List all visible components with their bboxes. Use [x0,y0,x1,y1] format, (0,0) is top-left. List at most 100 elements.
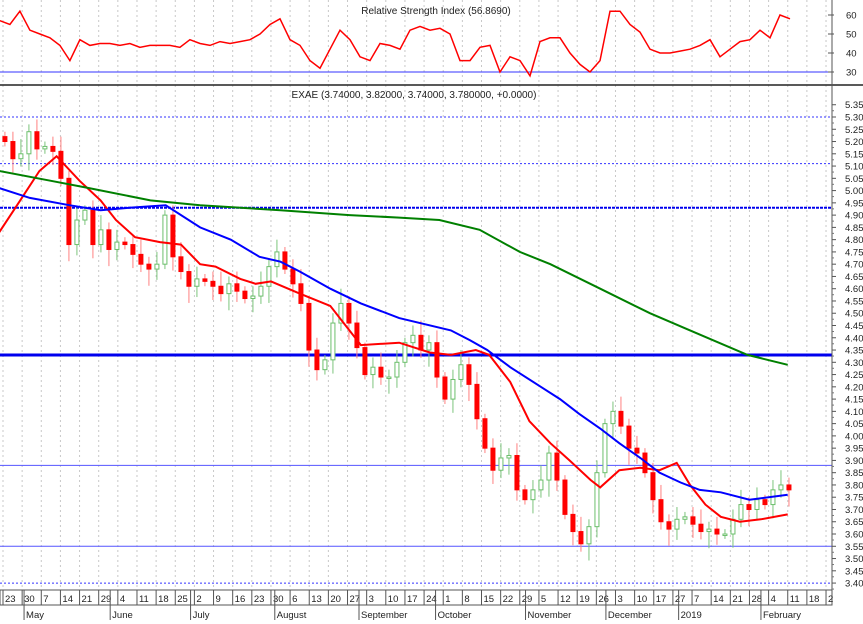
price-tick-label: 4.10 [845,407,863,418]
month-label: May [26,610,44,621]
candle-down [650,472,656,501]
candle-down [554,452,560,481]
candle-up [274,251,280,268]
candle-down [490,447,496,471]
rsi-tick-label: 40 [846,49,857,60]
week-label: 13 [311,594,322,605]
price-tick-label: 3.95 [845,444,863,455]
price-tick-label: 4.90 [845,211,863,222]
candle-up [682,516,688,520]
candle-down [234,283,240,292]
candle-up [778,484,784,491]
candle-down [482,418,488,449]
candle-up [114,241,120,250]
candle-up [450,378,456,400]
week-label: 25 [177,594,188,605]
price-tick-label: 4.20 [845,382,863,393]
candle-down [562,479,568,515]
price-tick-label: 4.40 [845,333,863,344]
price-tick-label: 3.80 [845,480,863,491]
candle-down [578,531,584,545]
candle-up [538,479,544,491]
price-tick-label: 4.55 [845,296,863,307]
week-label: 22 [503,594,514,605]
week-label: 23 [254,594,265,605]
week-label: 9 [216,594,221,605]
price-tick-label: 5.35 [845,100,863,111]
candle-up [18,153,24,160]
week-label: 30 [24,594,35,605]
candle-down [50,145,56,152]
candle-up [82,209,88,221]
candle-down [170,214,176,258]
price-tick-label: 5.30 [845,113,863,124]
month-label: November [528,610,572,621]
week-label: 10 [388,594,399,605]
candle-down [218,285,224,295]
candle-down [178,256,184,273]
candle-down [2,136,8,143]
price-tick-label: 4.50 [845,309,863,320]
candle-up [426,342,432,351]
candle-up [706,528,712,533]
candle-down [690,516,696,525]
candle-up [498,457,504,471]
candle-down [210,280,216,287]
week-label: 4 [120,594,125,605]
week-label: 12 [560,594,571,605]
price-tick-label: 3.55 [845,542,863,553]
price-tick-label: 4.75 [845,247,863,258]
month-label: December [608,610,652,621]
price-tick-label: 3.60 [845,530,863,541]
rsi-panel [0,9,832,78]
price-tick-label: 5.00 [845,186,863,197]
week-label: 27 [675,594,686,605]
week-label: 14 [62,594,73,605]
week-label: 8 [464,594,469,605]
date-axis[interactable]: 23 30 7 14 21 29 4 11 18 25 2 9 16 23 30 6 13 20 27 3 10 17 24… [0,589,833,621]
month-label: July [193,610,210,621]
month-label: June [112,610,133,621]
price-tick-label: 3.70 [845,505,863,516]
month-label: September [361,610,407,621]
candle-down [10,141,16,160]
candle-down [626,425,632,449]
price-tick-label: 4.80 [845,235,863,246]
week-label: 2 [196,594,201,605]
price-tick-label: 3.45 [845,566,863,577]
candle-up [594,472,600,528]
candle-up [370,366,376,376]
week-label: 3 [369,594,374,605]
week-label: 21 [732,594,743,605]
rsi-title: Relative Strength Index (56.8690) [361,6,511,17]
price-tick-label: 4.45 [845,321,863,332]
candle-up [258,285,264,297]
stock-chart: 5.35 5.30 5.25 5.20 5.15 5.10 5.05 5.00 4.95 4.90… [0,0,863,624]
week-label: 10 [637,594,648,605]
candle-down [786,484,792,491]
candle-down [362,347,368,376]
candle-up [42,145,48,150]
candle-down [746,504,752,510]
candle-down [346,302,352,324]
candle-up [530,489,536,501]
rsi-tick-label: 60 [846,11,857,22]
candle-down [354,322,360,349]
week-label: 26 [598,594,609,605]
candle-down [146,263,152,270]
candle-up [410,334,416,344]
candle-down [698,523,704,533]
candle-up [546,452,552,481]
horizontal-lines [0,116,832,584]
price-title: EXAE (3.74000, 3.82000, 3.74000, 3.78000… [292,90,537,101]
candle-down [634,447,640,454]
week-label: 2 [828,594,833,605]
price-tick-label: 4.25 [845,370,863,381]
candle-up [674,518,680,530]
price-tick-label: 3.75 [845,493,863,504]
price-tick-label: 3.65 [845,517,863,528]
candle-up [322,359,328,371]
price-tick-label: 5.10 [845,162,863,173]
week-label: 6 [292,594,297,605]
week-label: 18 [158,594,169,605]
